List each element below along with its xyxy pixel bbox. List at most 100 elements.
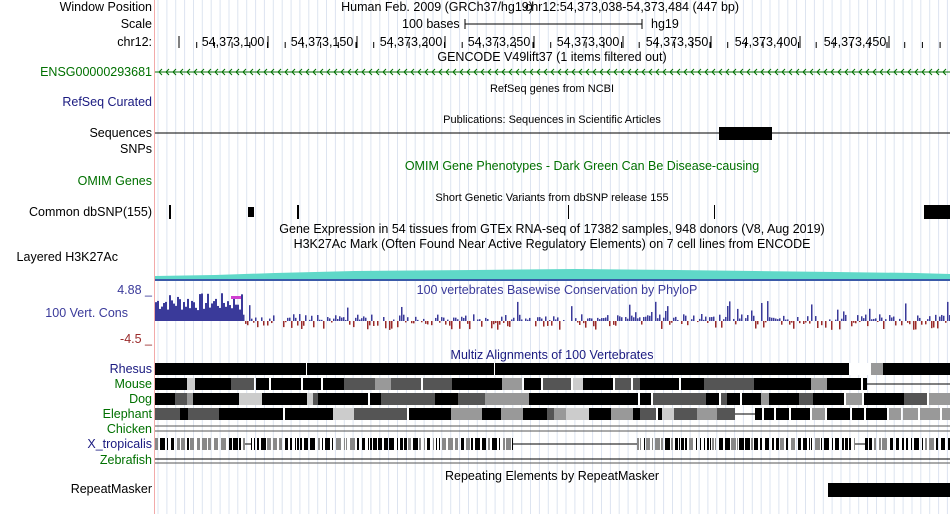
- phylop-bar: [841, 318, 843, 321]
- phylop-bar: [713, 316, 715, 321]
- multiz-xtrop-block: [512, 438, 513, 450]
- phylop-bar: [239, 309, 241, 321]
- phylop-bar: [495, 321, 497, 324]
- multiz-xtrop-block: [700, 438, 701, 450]
- phylop-bar: [539, 317, 541, 321]
- species-label-elephant[interactable]: Elephant: [103, 407, 152, 422]
- phylop-bar: [907, 321, 909, 323]
- phylop-bar: [163, 303, 165, 321]
- multiz-xtrop-block: [780, 438, 784, 450]
- phylop-bar: [885, 319, 887, 321]
- multiz-xtrop-block: [914, 438, 919, 450]
- gencode-track-label[interactable]: ENSG00000293681: [40, 65, 152, 80]
- multiz-xtrop-block: [731, 438, 736, 450]
- multiz-track-title: Multiz Alignments of 100 Vertebrates: [450, 348, 654, 362]
- phylop-bar: [603, 318, 605, 321]
- phylop-bar: [571, 306, 573, 321]
- multiz-mouse-block: [323, 378, 338, 390]
- multiz-xtrop-block: [419, 438, 421, 450]
- multiz-xtrop-block: [803, 438, 807, 450]
- phylop-bar: [905, 303, 907, 321]
- multiz-xtrop-block: [475, 438, 480, 450]
- multiz-xtrop-block: [488, 438, 490, 450]
- species-label-x-tropicalis[interactable]: X_tropicalis: [87, 437, 152, 452]
- multiz-elephant-block: [264, 408, 277, 420]
- chrom-label[interactable]: chr12:: [117, 35, 152, 50]
- multiz-mouse-block: [640, 378, 655, 390]
- multiz-xtrop-block: [368, 438, 369, 450]
- window-position-label[interactable]: Window Position: [60, 0, 152, 15]
- assembly-title: Human Feb. 2009 (GRCh37/hg19): [341, 0, 533, 14]
- multiz-xtrop-block: [671, 438, 673, 450]
- omim-genes-track-label[interactable]: OMIM Genes: [78, 174, 152, 189]
- species-label-zebrafish[interactable]: Zebrafish: [100, 453, 152, 468]
- phylop-bar: [249, 305, 251, 321]
- phylop-bar: [667, 306, 669, 321]
- repeatmasker-track-label[interactable]: RepeatMasker: [71, 482, 152, 497]
- browser-image-panel[interactable]: Human Feb. 2009 (GRCh37/hg19) chr12:54,3…: [155, 0, 950, 514]
- multiz-xtrop-block: [737, 438, 738, 450]
- refseq-track-label[interactable]: RefSeq Curated: [62, 95, 152, 110]
- phylop-bar: [873, 318, 875, 321]
- phylop-bar: [881, 317, 883, 321]
- phylop-bar: [703, 319, 705, 321]
- multiz-xtrop-block: [874, 438, 876, 450]
- multiz-dog-block: [307, 393, 313, 405]
- multiz-xtrop-block: [427, 438, 430, 450]
- phylop-bar: [457, 319, 459, 321]
- multiz-dog-block: [640, 393, 651, 405]
- phylop-bar: [453, 317, 455, 321]
- multiz-elephant-block: [501, 408, 523, 420]
- layered-h3k27ac-track-label[interactable]: Layered H3K27Ac: [17, 250, 118, 265]
- phylop-bar: [627, 318, 629, 321]
- multiz-mouse-block: [765, 378, 782, 390]
- multiz-xtrop-block: [751, 438, 753, 450]
- multiz-elephant-block: [377, 408, 397, 420]
- phylop-bar: [367, 321, 369, 330]
- phylop-bar: [269, 318, 271, 321]
- phylop-bar: [837, 309, 839, 321]
- phylop-bar: [263, 321, 265, 326]
- multiz-xtrop-block: [902, 438, 904, 450]
- multiz-elephant-block: [433, 408, 451, 420]
- phylop-bar: [213, 301, 215, 321]
- sequences-track-label[interactable]: Sequences: [89, 126, 152, 141]
- phylop-bar: [321, 319, 323, 321]
- phylop-bar: [455, 317, 457, 321]
- multiz-elephant-block: [397, 408, 407, 420]
- multiz-mouse-block: [583, 378, 613, 390]
- phylop-bar: [807, 316, 809, 321]
- phylop-bar: [333, 318, 335, 321]
- repeatmasker-track-title: Repeating Elements by RepeatMasker: [444, 469, 660, 483]
- common-dbsnp-track-label[interactable]: Common dbSNP(155): [29, 205, 152, 220]
- phylop-bar: [327, 317, 329, 321]
- species-label-dog[interactable]: Dog: [129, 392, 152, 407]
- scale-label[interactable]: Scale: [121, 17, 152, 32]
- phylop-bar: [607, 315, 609, 321]
- phylop-bar: [437, 314, 439, 321]
- phylop-bar: [193, 302, 195, 321]
- multiz-dog-block: [683, 393, 706, 405]
- multiz-mouse-block: [303, 378, 321, 390]
- multiz-elephant-block: [188, 408, 219, 420]
- multiz-dog-block: [813, 393, 844, 405]
- species-label-rhesus[interactable]: Rhesus: [110, 362, 152, 377]
- multiz-elephant-block: [547, 408, 554, 420]
- snps-track-label[interactable]: SNPs: [120, 142, 152, 157]
- phylop-bar: [301, 321, 303, 329]
- phylop-bar: [247, 321, 249, 326]
- multiz-elephant-block: [755, 408, 762, 420]
- phylop-bar: [855, 321, 857, 324]
- scale-bar-text: 100 bases: [402, 17, 460, 31]
- conservation-track-label[interactable]: 100 Vert. Cons: [45, 306, 128, 321]
- phylop-bar: [189, 308, 191, 321]
- multiz-xtrop-block: [760, 438, 762, 450]
- phylop-bar: [799, 321, 801, 324]
- species-label-mouse[interactable]: Mouse: [114, 377, 152, 392]
- multiz-dog-block: [187, 393, 193, 405]
- multiz-elephant-block: [764, 408, 774, 420]
- phylop-bar: [183, 302, 185, 321]
- phylop-bar: [677, 319, 679, 321]
- species-label-chicken[interactable]: Chicken: [107, 422, 152, 437]
- phylop-bar: [889, 315, 891, 321]
